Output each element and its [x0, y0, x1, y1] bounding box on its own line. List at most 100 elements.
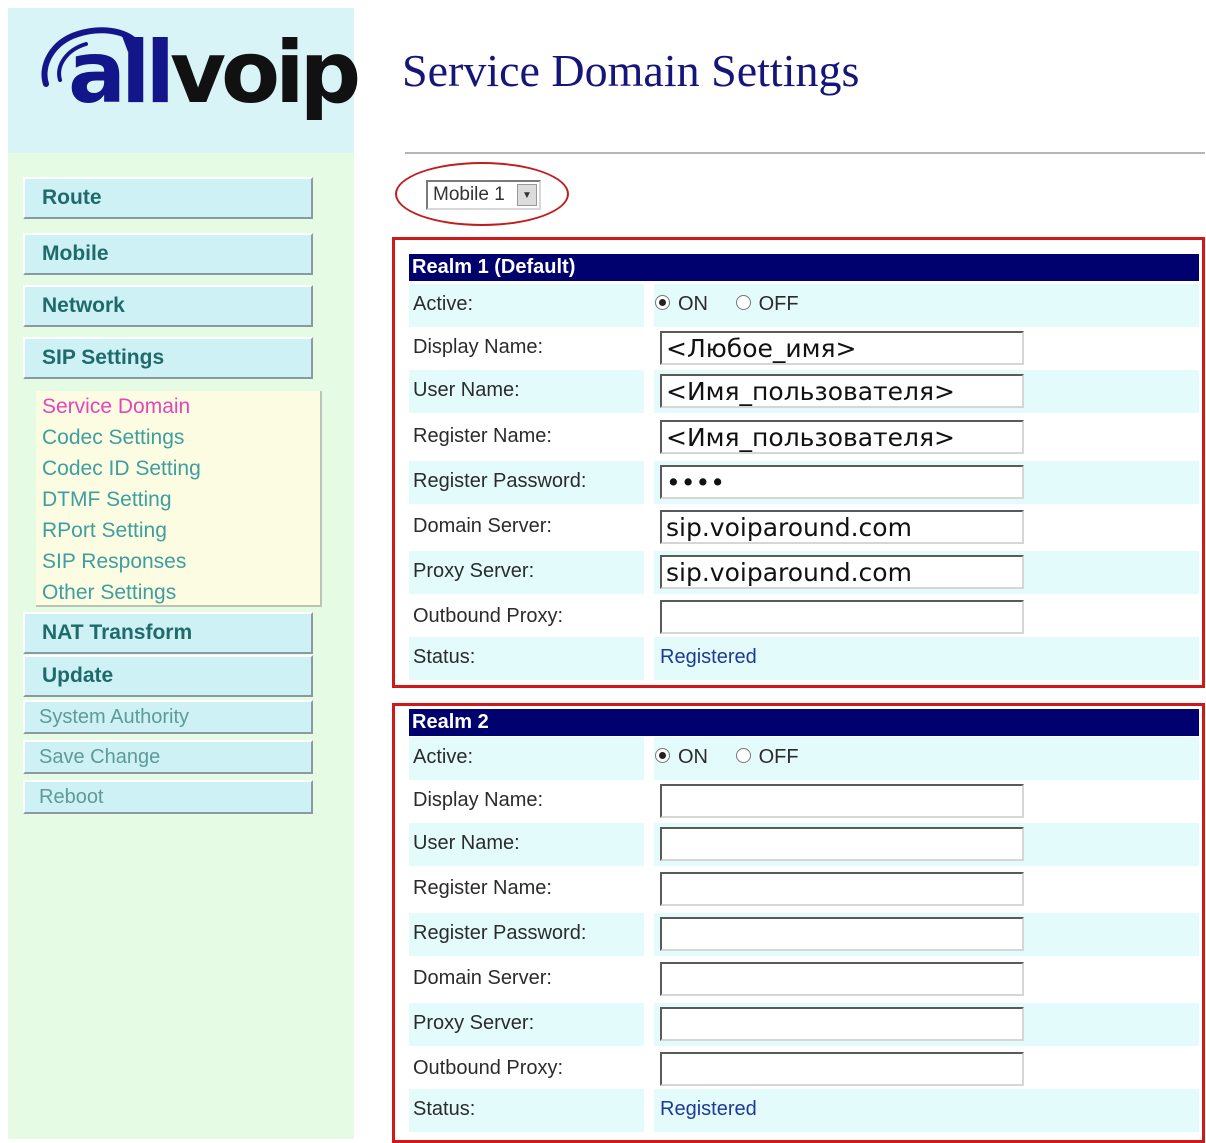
active-radio-group: ON OFF: [655, 293, 821, 316]
realm-1-display-name-row: Display Name:: [409, 327, 1199, 370]
realm-1-active-row: Active: ON OFF: [409, 284, 1199, 327]
sip-settings-submenu: Service Domain Codec Settings Codec ID S…: [36, 391, 322, 607]
domain-server-label: Domain Server:: [413, 515, 552, 537]
domain-server-label: Domain Server:: [413, 967, 552, 989]
register-password-input[interactable]: [660, 465, 1024, 499]
proxy-server-label: Proxy Server:: [413, 1012, 535, 1034]
register-password-label: Register Password:: [413, 470, 587, 492]
realm-2-outbound-proxy-row: Outbound Proxy:: [409, 1048, 1199, 1091]
column-gap: [644, 823, 654, 866]
logo-voip-text: voip: [170, 23, 361, 123]
nav-nat-transform[interactable]: NAT Transform: [23, 612, 313, 654]
register-name-input[interactable]: [660, 420, 1024, 454]
realm-1-panel: Realm 1 (Default) Active: ON OFF Display…: [392, 237, 1205, 688]
column-gap: [644, 1003, 654, 1046]
outbound-proxy-input[interactable]: [660, 1052, 1024, 1086]
column-gap: [644, 913, 654, 956]
active-off-radio[interactable]: OFF: [735, 746, 799, 769]
column-gap: [644, 461, 654, 504]
realm-2-display-name-row: Display Name:: [409, 780, 1199, 823]
nav-system-authority[interactable]: System Authority: [23, 700, 313, 734]
domain-server-input[interactable]: [660, 510, 1024, 544]
nav-network[interactable]: Network: [23, 285, 313, 327]
status-label: Status:: [413, 1098, 476, 1120]
proxy-server-label: Proxy Server:: [413, 560, 535, 582]
proxy-server-input[interactable]: [660, 1007, 1024, 1041]
column-gap: [644, 637, 654, 680]
active-off-radio[interactable]: OFF: [735, 293, 799, 316]
register-password-input[interactable]: [660, 917, 1024, 951]
realm-1-register-name-row: Register Name:: [409, 416, 1199, 459]
realm-2-panel: Realm 2 Active: ON OFF Display Name: Use…: [392, 703, 1205, 1143]
radio-unselected-icon: [735, 295, 751, 311]
active-radio-group: ON OFF: [655, 746, 821, 769]
active-label: Active:: [413, 746, 474, 768]
realm-1-outbound-proxy-row: Outbound Proxy:: [409, 596, 1199, 639]
radio-off-label: OFF: [758, 746, 799, 768]
user-name-label: User Name:: [413, 379, 520, 401]
dropdown-arrow-icon[interactable]: ▼: [517, 184, 537, 206]
radio-selected-icon: [655, 748, 670, 764]
logo-panel: allvoip: [8, 8, 361, 153]
submenu-other-settings[interactable]: Other Settings: [36, 577, 320, 608]
active-on-radio[interactable]: ON: [655, 746, 708, 769]
realm-1-header: Realm 1 (Default): [409, 254, 1199, 281]
realm-2-user-name-row: User Name:: [409, 823, 1199, 866]
radio-off-label: OFF: [758, 293, 799, 315]
outbound-proxy-label: Outbound Proxy:: [413, 605, 564, 627]
nav-update[interactable]: Update: [23, 655, 313, 697]
column-gap: [644, 1089, 654, 1132]
user-name-label: User Name:: [413, 832, 520, 854]
user-name-input[interactable]: [660, 374, 1024, 408]
submenu-dtmf-setting[interactable]: DTMF Setting: [36, 484, 320, 515]
active-on-radio[interactable]: ON: [655, 293, 708, 316]
register-name-label: Register Name:: [413, 425, 552, 447]
realm-1-proxy-server-row: Proxy Server:: [409, 551, 1199, 594]
column-gap: [644, 284, 654, 327]
outbound-proxy-input[interactable]: [660, 600, 1024, 634]
allvoip-logo: allvoip: [68, 30, 361, 116]
realm-1-register-password-row: Register Password:: [409, 461, 1199, 504]
display-name-input[interactable]: [660, 784, 1024, 818]
radio-selected-icon: [655, 295, 670, 311]
mobile-select[interactable]: Mobile 1 ▼: [426, 180, 541, 210]
display-name-input[interactable]: [660, 331, 1024, 365]
register-password-label: Register Password:: [413, 922, 587, 944]
submenu-codec-settings[interactable]: Codec Settings: [36, 422, 320, 453]
status-value: Registered: [660, 646, 757, 668]
column-gap: [644, 551, 654, 594]
status-value: Registered: [660, 1098, 757, 1120]
submenu-service-domain[interactable]: Service Domain: [36, 391, 320, 422]
nav-route[interactable]: Route: [23, 177, 313, 219]
radio-on-label: ON: [678, 746, 708, 768]
submenu-rport-setting[interactable]: RPort Setting: [36, 515, 320, 546]
nav-mobile[interactable]: Mobile: [23, 233, 313, 275]
title-divider: [405, 152, 1205, 154]
realm-2-register-password-row: Register Password:: [409, 913, 1199, 956]
realm-2-proxy-server-row: Proxy Server:: [409, 1003, 1199, 1046]
domain-server-input[interactable]: [660, 962, 1024, 996]
register-name-input[interactable]: [660, 872, 1024, 906]
user-name-input[interactable]: [660, 827, 1024, 861]
mobile-select-value: Mobile 1: [433, 184, 505, 205]
radio-unselected-icon: [735, 748, 751, 764]
page-title: Service Domain Settings: [402, 45, 860, 96]
register-name-label: Register Name:: [413, 877, 552, 899]
proxy-server-input[interactable]: [660, 555, 1024, 589]
nav-reboot[interactable]: Reboot: [23, 780, 313, 814]
radio-on-label: ON: [678, 293, 708, 315]
realm-2-domain-server-row: Domain Server:: [409, 958, 1199, 1001]
realm-1-user-name-row: User Name:: [409, 370, 1199, 413]
realm-2-status-row: Status: Registered: [409, 1089, 1199, 1132]
column-gap: [644, 370, 654, 413]
submenu-codec-id-setting[interactable]: Codec ID Setting: [36, 453, 320, 484]
logo-all-text: all: [68, 23, 175, 123]
submenu-sip-responses[interactable]: SIP Responses: [36, 546, 320, 577]
display-name-label: Display Name:: [413, 336, 544, 358]
nav-save-change[interactable]: Save Change: [23, 740, 313, 774]
nav-sip-settings[interactable]: SIP Settings: [23, 337, 313, 379]
realm-1-domain-server-row: Domain Server:: [409, 506, 1199, 549]
column-gap: [644, 737, 654, 780]
realm-1-status-row: Status: Registered: [409, 637, 1199, 680]
realm-2-header: Realm 2: [409, 709, 1199, 736]
